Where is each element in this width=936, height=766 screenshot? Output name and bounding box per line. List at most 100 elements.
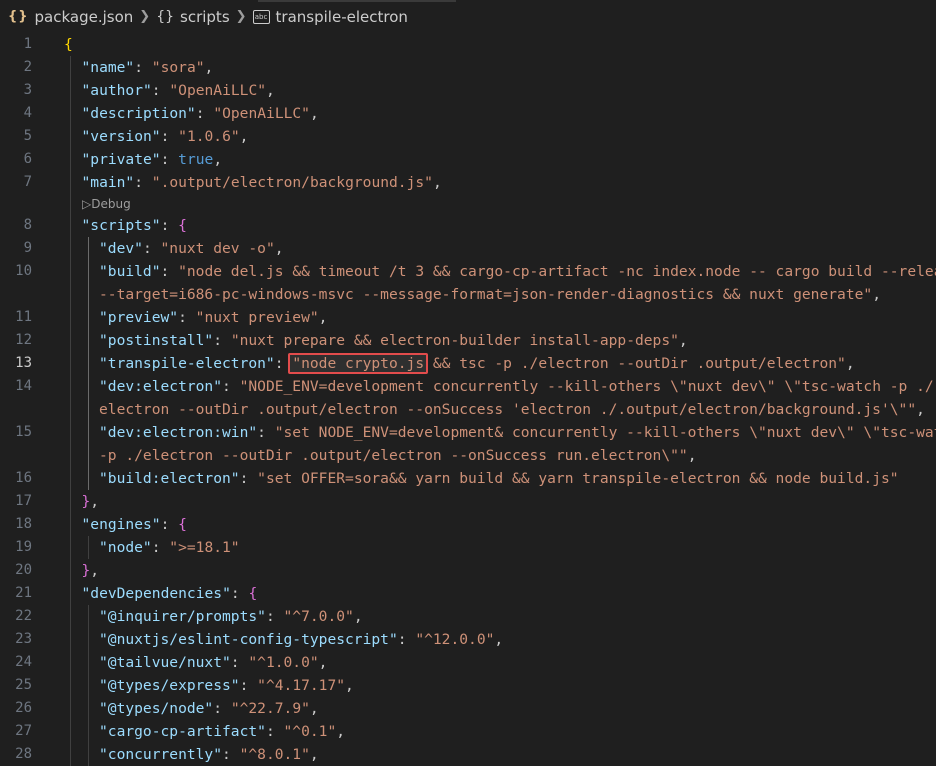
code-text: "build:electron": "set OFFER=sora&& yarn… [99, 467, 899, 490]
code-line[interactable]: -p ./electron --outDir .output/electron … [0, 444, 936, 467]
debug-codelens[interactable]: ▷Debug [0, 194, 936, 214]
code-line[interactable]: 8 "scripts": { [0, 214, 936, 237]
breadcrumb-section-label: scripts [180, 7, 230, 26]
debug-play-icon: ▷ [82, 197, 92, 211]
code-token: "set OFFER=sora&& yarn build && yarn tra… [257, 470, 899, 487]
line-number: 24 [15, 654, 32, 670]
indent-guide [70, 171, 71, 194]
code-token: "^12.0.0" [415, 631, 495, 648]
code-token: , [872, 286, 881, 303]
indent-guide [87, 605, 89, 628]
line-number: 14 [15, 378, 32, 394]
code-text: "dev:electron:win": "set NODE_ENV=develo… [99, 421, 936, 444]
code-token: "nuxt dev -o" [160, 240, 275, 257]
code-text: }, [82, 490, 100, 513]
indent-guide [70, 102, 71, 125]
code-token: "build:electron" [99, 470, 240, 487]
indent-guide [87, 674, 89, 697]
code-token: "@inquirer/prompts" [99, 608, 266, 625]
indent-guide [87, 306, 89, 329]
indent-guide [87, 398, 89, 421]
code-line[interactable]: 15 "dev:electron:win": "set NODE_ENV=deve… [0, 421, 936, 444]
code-text: "dev": "nuxt dev -o", [99, 237, 284, 260]
code-token: "@nuxtjs/eslint-config-typescript" [99, 631, 398, 648]
code-line[interactable]: 10 "build": "node del.js && timeout /t 3 … [0, 260, 936, 283]
code-token: , [90, 562, 100, 579]
code-token: "version" [81, 128, 161, 145]
code-token: : [213, 332, 231, 349]
code-line[interactable]: 9 "dev": "nuxt dev -o", [0, 237, 936, 260]
code-token: "concurrently" [99, 746, 223, 763]
code-line[interactable]: 20}, [0, 559, 936, 582]
indent-guide [87, 467, 89, 490]
code-token: : [151, 539, 170, 556]
breadcrumb-item-label: transpile-electron [275, 7, 408, 26]
indent-guide [70, 194, 71, 214]
code-text: "@nuxtjs/eslint-config-typescript": "^12… [99, 628, 503, 651]
code-line[interactable]: 5 "version": "1.0.6", [0, 125, 936, 148]
code-token: : [265, 723, 284, 740]
code-token: "^8.0.1" [239, 746, 310, 763]
code-text: "author": "OpenAiLLC", [82, 79, 275, 102]
code-text: "engines": { [82, 513, 187, 536]
code-line[interactable]: 16 "build:electron": "set OFFER=sora&& ya… [0, 467, 936, 490]
breadcrumb-file[interactable]: {} package.json [8, 8, 133, 26]
code-line[interactable]: 24 "@tailvue/nuxt": "^1.0.0", [0, 651, 936, 674]
code-line[interactable]: 26 "@types/node": "^22.7.9", [0, 697, 936, 720]
code-line[interactable]: 3 "author": "OpenAiLLC", [0, 79, 936, 102]
indent-guide [87, 444, 89, 467]
code-line[interactable]: 23 "@nuxtjs/eslint-config-typescript": "^… [0, 628, 936, 651]
line-number: 5 [23, 128, 32, 144]
code-token: "OpenAiLLC" [213, 105, 310, 122]
code-line[interactable]: 2 "name": "sora", [0, 56, 936, 79]
code-text: "@inquirer/prompts": "^7.0.0", [99, 605, 363, 628]
code-text: "description": "OpenAiLLC", [82, 102, 319, 125]
breadcrumb-section[interactable]: {} scripts [156, 8, 229, 26]
chevron-right-icon: ❯ [139, 9, 151, 24]
code-token: , [309, 746, 319, 763]
code-line[interactable]: 1{ [0, 33, 936, 56]
code-token: : [160, 128, 179, 145]
code-token: "^7.0.0" [283, 608, 354, 625]
code-line[interactable]: 19 "node": ">=18.1" [0, 536, 936, 559]
breadcrumb: {} package.json ❯ {} scripts ❯ abc trans… [0, 0, 936, 33]
line-number: 3 [23, 82, 32, 98]
line-number: 10 [15, 263, 32, 279]
code-line[interactable]: 6 "private": true, [0, 148, 936, 171]
code-token: "^4.17.17" [257, 677, 346, 694]
code-line[interactable]: 27 "cargo-cp-artifact": "^0.1", [0, 720, 936, 743]
debug-codelens-label: Debug [91, 197, 131, 211]
code-editor[interactable]: 1{2 "name": "sora", 3 "author": "OpenAiLLC"… [0, 33, 936, 766]
code-line[interactable]: 13 "transpile-electron": "node crypto.js … [0, 352, 936, 375]
code-line[interactable]: 12 "postinstall": "nuxt prepare && electr… [0, 329, 936, 352]
code-line[interactable]: 7 "main": ".output/electron/background.js… [0, 171, 936, 194]
code-text: -p ./electron --outDir .output/electron … [99, 444, 696, 467]
code-line[interactable]: --target=i686-pc-windows-msvc --message-… [0, 283, 936, 306]
code-token: "build" [99, 263, 161, 280]
code-line[interactable]: 14 "dev:electron": "NODE_ENV=development … [0, 375, 936, 398]
line-number: 8 [23, 217, 32, 233]
code-line[interactable]: 21 "devDependencies": { [0, 582, 936, 605]
code-token: "set NODE_ENV=development& concurrently … [274, 424, 936, 441]
code-line[interactable]: 17}, [0, 490, 936, 513]
code-token: "cargo-cp-artifact" [99, 723, 266, 740]
code-token: "@types/express" [99, 677, 240, 694]
code-line[interactable]: electron --outDir .output/electron --onS… [0, 398, 936, 421]
code-line[interactable]: 4 "description": "OpenAiLLC", [0, 102, 936, 125]
code-line[interactable]: 28 "concurrently": "^8.0.1", [0, 743, 936, 766]
code-line[interactable]: 11 "preview": "nuxt preview", [0, 306, 936, 329]
code-line[interactable]: 22 "@inquirer/prompts": "^7.0.0", [0, 605, 936, 628]
breadcrumb-item[interactable]: abc transpile-electron [252, 7, 408, 26]
code-token: && tsc -p ./electron --outDir .output/el… [424, 355, 846, 372]
code-token: : [213, 700, 231, 717]
code-token: } [81, 562, 91, 579]
code-token: : [151, 82, 170, 99]
code-line[interactable]: 25 "@types/express": "^4.17.17", [0, 674, 936, 697]
code-token: "nuxt preview" [195, 309, 319, 326]
code-line[interactable]: 18 "engines": { [0, 513, 936, 536]
line-number: 16 [15, 470, 32, 486]
code-token: true [178, 151, 214, 168]
indent-guide [87, 651, 89, 674]
indent-guide [70, 559, 71, 582]
code-token: , [266, 82, 275, 99]
